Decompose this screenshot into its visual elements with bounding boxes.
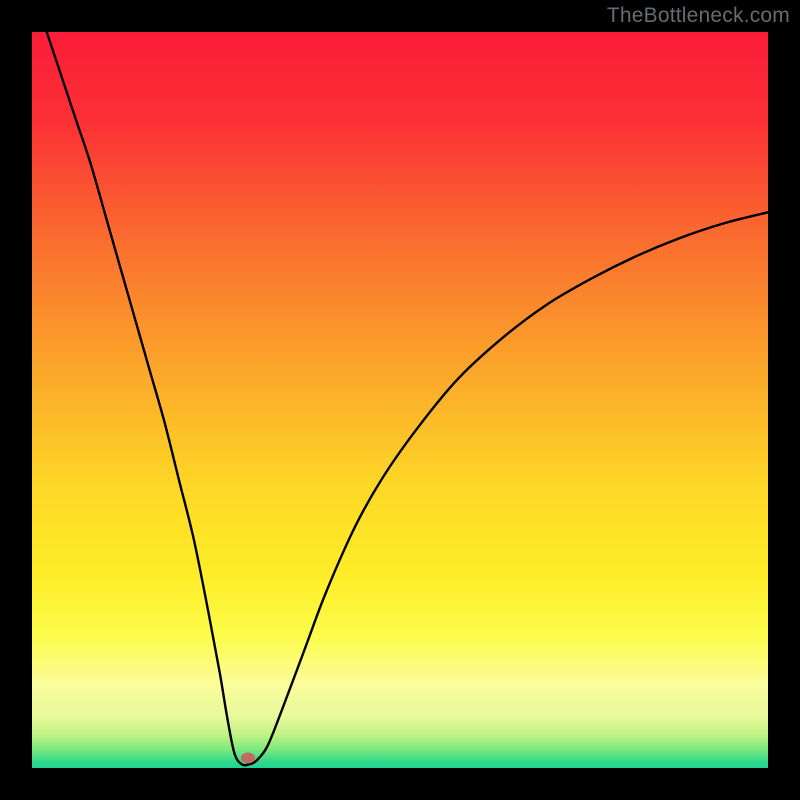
curve-layer — [32, 32, 768, 768]
plot-area — [32, 32, 768, 768]
watermark-text: TheBottleneck.com — [607, 4, 790, 28]
optimal-marker — [241, 752, 255, 763]
bottleneck-curve — [47, 32, 768, 765]
